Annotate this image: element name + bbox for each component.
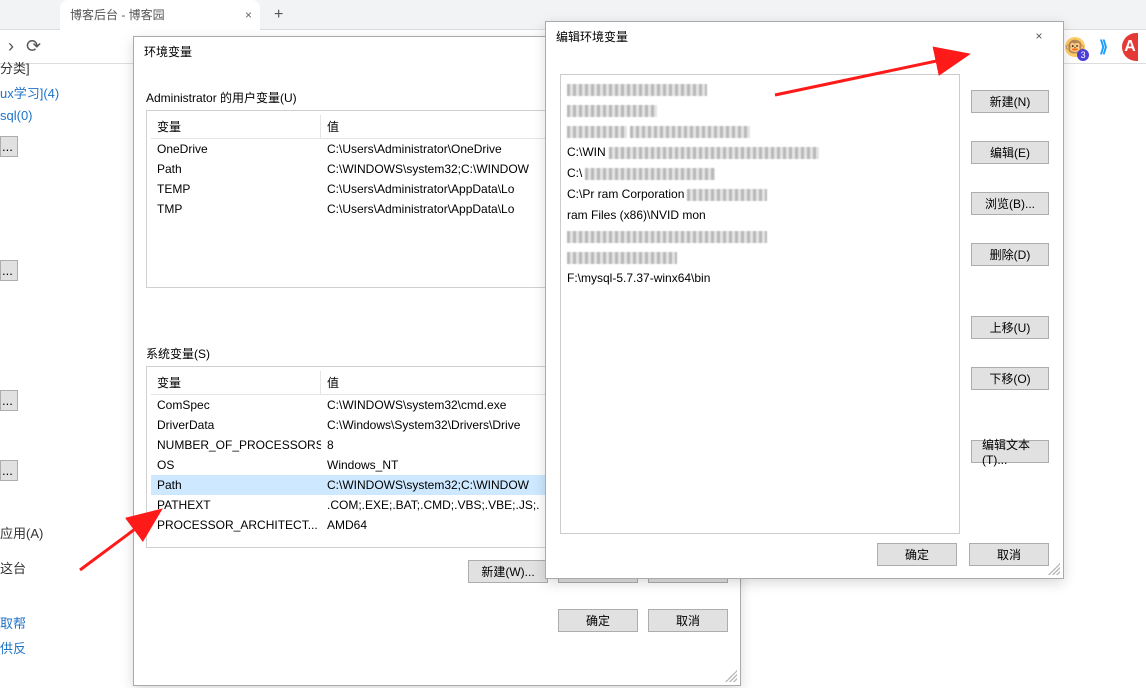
list-item[interactable]: ram Files (x86)\NVID mon <box>567 205 953 226</box>
cancel-button[interactable]: 取消 <box>969 543 1049 566</box>
sidebar-button-fragment[interactable]: ... <box>0 460 18 481</box>
sidebar-item[interactable]: 分类] <box>0 55 60 80</box>
browser-tab[interactable]: 博客后台 - 博客园 × <box>60 0 260 30</box>
new-entry-button[interactable]: 新建(N) <box>971 90 1049 113</box>
sidebar-feedback-link[interactable]: 供反 <box>0 635 26 660</box>
close-button[interactable]: × <box>1019 24 1059 48</box>
edit-text-button[interactable]: 编辑文本(T)... <box>971 440 1049 463</box>
ok-button[interactable]: 确定 <box>877 543 957 566</box>
list-item[interactable] <box>567 79 953 100</box>
col-header-variable[interactable]: 变量 <box>151 371 321 394</box>
list-item[interactable] <box>567 226 953 247</box>
browse-button[interactable]: 浏览(B)... <box>971 192 1049 215</box>
var-name: TEMP <box>151 179 321 199</box>
var-name: NUMBER_OF_PROCESSORS <box>151 435 321 455</box>
move-up-button[interactable]: 上移(U) <box>971 316 1049 339</box>
tab-title: 博客后台 - 博客园 <box>70 6 165 23</box>
edit-env-variable-dialog: 编辑环境变量 × C:\WIN C:\ C:\Pr ram Corporatio… <box>545 21 1064 579</box>
list-item[interactable]: F:\mysql-5.7.37-winx64\bin <box>567 268 953 289</box>
sidebar-button-fragment[interactable]: ... <box>0 390 18 411</box>
cancel-button[interactable]: 取消 <box>648 609 728 632</box>
var-name: TMP <box>151 199 321 219</box>
nav-forward-icon[interactable]: › <box>8 36 14 57</box>
extension-icon[interactable]: A <box>1122 33 1138 61</box>
list-item[interactable] <box>567 121 953 142</box>
var-name: OneDrive <box>151 139 321 159</box>
tampermonkey-icon[interactable]: 🐵 <box>1065 37 1085 57</box>
list-item[interactable]: C:\ <box>567 163 953 184</box>
sidebar-button-fragment[interactable]: ... <box>0 136 18 157</box>
list-item[interactable] <box>567 100 953 121</box>
var-name: DriverData <box>151 415 321 435</box>
var-name: OS <box>151 455 321 475</box>
list-item[interactable] <box>567 247 953 268</box>
ok-button[interactable]: 确定 <box>558 609 638 632</box>
sidebar-apps-label: 应用(A) <box>0 520 43 545</box>
var-name: PATHEXT <box>151 495 321 515</box>
resize-grip[interactable] <box>1048 563 1060 575</box>
dialog-title: 编辑环境变量 <box>546 22 1063 50</box>
edit-entry-button[interactable]: 编辑(E) <box>971 141 1049 164</box>
cast-icon[interactable]: ⟫ <box>1099 37 1108 57</box>
nav-reload-icon[interactable]: ⟳ <box>26 36 41 57</box>
var-name: Path <box>151 475 321 495</box>
sidebar-text: 这台 <box>0 555 43 580</box>
close-tab-icon[interactable]: × <box>245 8 252 22</box>
var-name: Path <box>151 159 321 179</box>
path-entries-listbox[interactable]: C:\WIN C:\ C:\Pr ram Corporation ram Fil… <box>560 74 960 534</box>
delete-entry-button[interactable]: 删除(D) <box>971 243 1049 266</box>
new-sys-var-button[interactable]: 新建(W)... <box>468 560 548 583</box>
var-name: PROCESSOR_ARCHITECT... <box>151 515 321 535</box>
resize-grip[interactable] <box>725 670 737 682</box>
sidebar-button-fragment[interactable]: ... <box>0 260 18 281</box>
sidebar-help-link[interactable]: 取帮 <box>0 610 26 635</box>
sidebar-item[interactable]: sql(0) <box>0 105 60 126</box>
new-tab-button[interactable]: + <box>274 6 283 24</box>
list-item[interactable]: C:\WIN <box>567 142 953 163</box>
list-item[interactable]: C:\Pr ram Corporation <box>567 184 953 205</box>
sidebar-item[interactable]: ux学习](4) <box>0 80 60 105</box>
var-name: ComSpec <box>151 395 321 415</box>
move-down-button[interactable]: 下移(O) <box>971 367 1049 390</box>
close-icon: × <box>1035 29 1042 43</box>
col-header-variable[interactable]: 变量 <box>151 115 321 138</box>
